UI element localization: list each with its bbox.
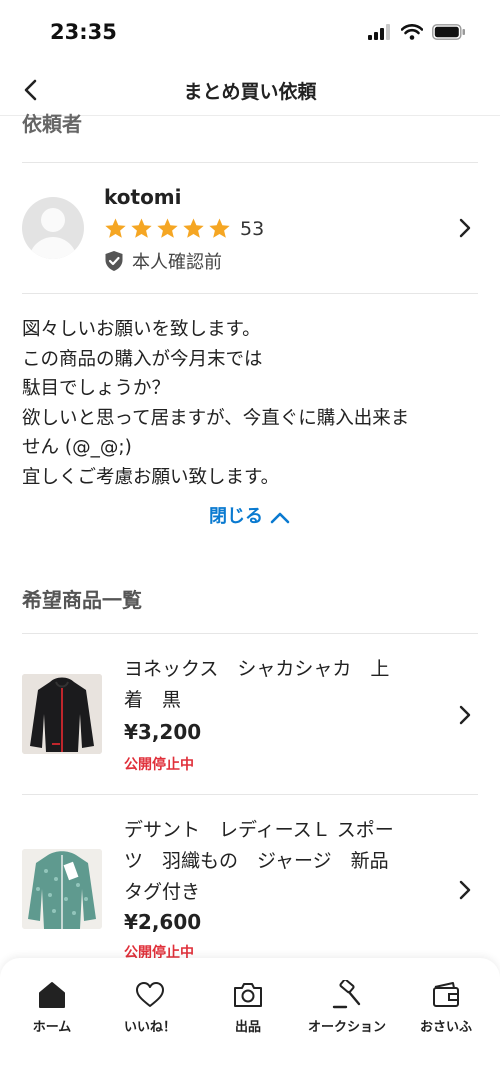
- chevron-right-icon: [459, 880, 471, 900]
- item-status-badge: 公開停止中: [124, 757, 194, 773]
- wallet-icon: [433, 982, 459, 1007]
- chevron-right-icon: [459, 218, 471, 238]
- battery-icon: [432, 24, 465, 40]
- gavel-icon: [332, 980, 361, 1009]
- jacket-image-icon: [22, 674, 102, 754]
- heart-icon: [136, 982, 164, 1007]
- tab-label: オークション: [307, 1020, 386, 1035]
- close-message-label: 閉じる: [209, 506, 263, 527]
- item-name: ヨネックス シャカシャカ 上 着 黒: [124, 658, 390, 711]
- status-bar: 23:35: [0, 0, 500, 64]
- item-price: ¥3,200: [124, 720, 202, 744]
- product-thumbnail: [22, 849, 102, 929]
- camera-icon: [234, 983, 262, 1007]
- item-price: ¥2,600: [124, 910, 202, 934]
- list-item[interactable]: デサント レディースＬ スポー ツ 羽織もの ジャージ 新品 タグ付き ¥2,6…: [0, 795, 500, 965]
- star-icon: [131, 218, 152, 238]
- request-message: 図々しいお願いを致します。 この商品の購入が今月末では 駄目でしょうか？ 欲しい…: [22, 319, 410, 488]
- star-icon: [209, 218, 230, 238]
- page-title: まとめ買い依頼: [183, 81, 317, 103]
- home-icon: [39, 982, 65, 1008]
- requester-section-title: 依頼者: [22, 112, 82, 136]
- chevron-up-icon: [270, 512, 290, 524]
- tab-label: いいね！: [123, 1020, 176, 1035]
- verification-label: 本人確認前: [132, 252, 222, 273]
- tab-home[interactable]: ホーム: [2, 980, 102, 1035]
- star-icon: [105, 218, 126, 238]
- status-icons: [368, 24, 466, 40]
- chevron-right-icon: [459, 705, 471, 725]
- star-icon: [183, 218, 204, 238]
- list-item[interactable]: ヨネックス シャカシャカ 上 着 黒 ¥3,200 公開停止中: [0, 634, 500, 794]
- close-message-button[interactable]: 閉じる: [0, 502, 500, 528]
- bottom-tab-bar: ホーム いいね！ 出品 オークション おさいふ: [0, 958, 500, 1080]
- shield-check-icon: [105, 251, 123, 271]
- items-section-title: 希望商品一覧: [22, 588, 142, 612]
- requester-profile-row[interactable]: kotomi 53 本人確認前: [0, 163, 500, 293]
- verification-status: 本人確認前: [104, 248, 222, 274]
- tab-auction[interactable]: オークション: [297, 980, 397, 1035]
- rating-count: 53: [240, 217, 265, 240]
- tab-label: ホーム: [32, 1020, 72, 1035]
- tab-wallet[interactable]: おさいふ: [396, 980, 496, 1035]
- tab-sell[interactable]: 出品: [198, 980, 298, 1035]
- divider: [22, 293, 478, 294]
- wifi-icon: [401, 24, 423, 40]
- product-thumbnail: [22, 674, 102, 754]
- tab-label: おさいふ: [419, 1020, 472, 1035]
- avatar: [22, 197, 84, 259]
- star-icon: [157, 218, 178, 238]
- cellular-signal-icon: [368, 24, 390, 40]
- rating: 53: [104, 217, 264, 240]
- requester-name: kotomi: [104, 185, 182, 209]
- status-time: 23:35: [50, 20, 117, 44]
- item-name: デサント レディースＬ スポー ツ 羽織もの ジャージ 新品 タグ付き: [124, 819, 394, 903]
- tab-likes[interactable]: いいね！: [100, 980, 200, 1035]
- tab-label: 出品: [234, 1020, 261, 1035]
- jersey-image-icon: [22, 849, 102, 929]
